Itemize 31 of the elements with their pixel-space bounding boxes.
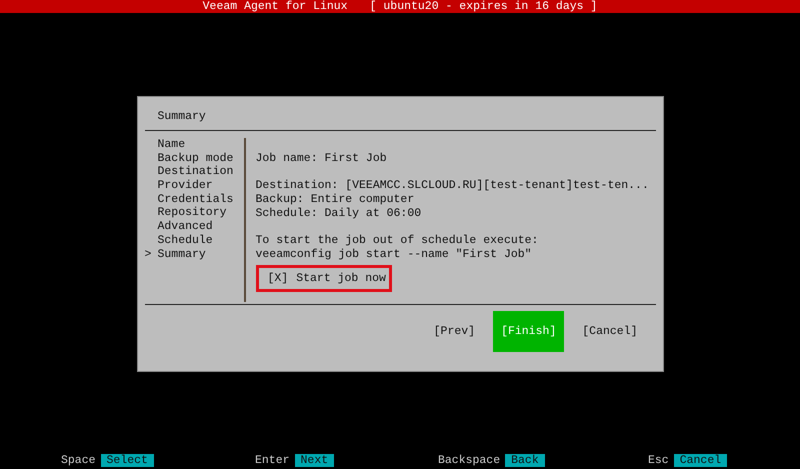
app-title: Veeam Agent for Linux [202, 0, 348, 13]
summary-line: Schedule: Daily at 06:00 [256, 206, 422, 220]
step-item: Repository [158, 206, 227, 220]
shortcut-action[interactable]: Next [294, 454, 334, 468]
shortcut-key: Space [61, 454, 96, 468]
step-item: Name [158, 138, 186, 152]
shortcut-key: Backspace [438, 454, 500, 468]
step-item: Credentials [158, 192, 234, 206]
dialog-button[interactable]: [Prev] [426, 311, 484, 352]
dialog-heading: Summary [158, 110, 206, 123]
shortcut-action[interactable]: Cancel [674, 454, 728, 468]
step-item: Destination [158, 165, 234, 180]
summary-line: veeamconfig job start --name "First Job" [256, 248, 533, 262]
step-item: Summary [158, 248, 206, 262]
step-item: Provider [158, 179, 213, 193]
summary-line: To start the job out of schedule execute: [256, 234, 540, 248]
step-item: Schedule [158, 234, 213, 248]
checkbox-label: Start job now [296, 272, 386, 286]
summary-line: Job name: First Job [256, 152, 388, 166]
dialog-button[interactable]: [Cancel] [574, 311, 646, 352]
shortcut-action[interactable]: Select [100, 454, 154, 468]
start-job-checkbox[interactable]: [X] [268, 272, 288, 286]
shortcut-key: Esc [648, 454, 669, 468]
step-item: Advanced [158, 220, 213, 234]
step-item: Backup mode [158, 152, 234, 166]
summary-line: Backup: Entire computer [256, 193, 416, 207]
shortcut-key: Enter [255, 454, 290, 468]
shortcut-action[interactable]: Back [505, 454, 545, 468]
current-step-marker: > [144, 248, 152, 260]
summary-line: Destination: [VEEAMCC.SLCLOUD.RU][test-tenant]test-ten... [256, 179, 649, 194]
license-status: [ ubuntu20 - expires in 16 days ] [370, 0, 598, 13]
